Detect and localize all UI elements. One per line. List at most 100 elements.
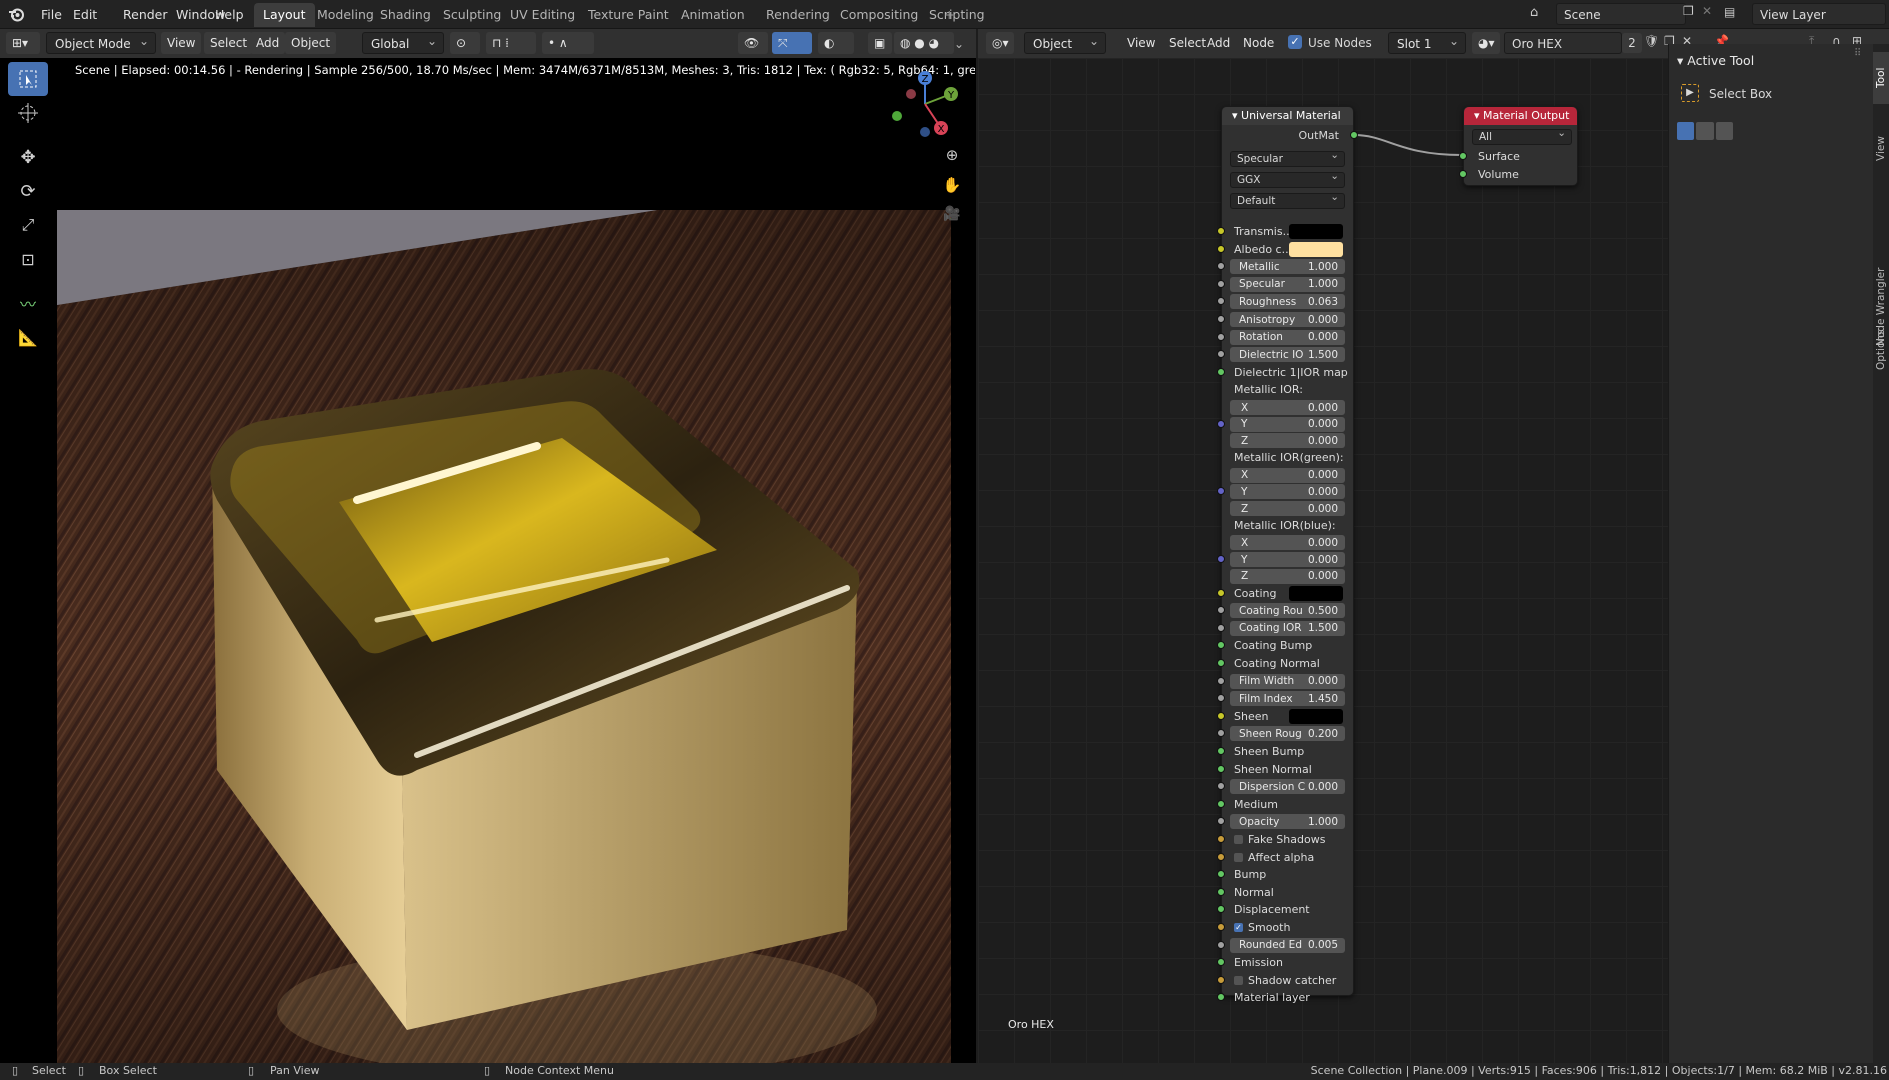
- socket-bump[interactable]: [1217, 870, 1225, 879]
- mode-new-icon[interactable]: [1677, 122, 1695, 140]
- node-editor-canvas[interactable]: ▾ Material Output All Surface Volume ▾ U…: [978, 58, 1668, 1063]
- material-name-field[interactable]: Oro HEX: [1504, 32, 1622, 54]
- field-dielectric-io[interactable]: Dielectric IO 1.500: [1230, 347, 1345, 363]
- tab-compositing[interactable]: Compositing: [831, 3, 927, 27]
- output-target-dropdown[interactable]: All: [1472, 126, 1572, 145]
- socket-shadow-catcher[interactable]: [1217, 975, 1225, 984]
- checkbox-fake-shadows[interactable]: [1234, 834, 1243, 844]
- sidebar-tab-view[interactable]: View: [1873, 124, 1889, 174]
- pivot-icon[interactable]: ⊙: [450, 32, 480, 54]
- select-box-tool-icon[interactable]: [8, 62, 48, 96]
- sidebar-tab-tool[interactable]: Tool: [1873, 52, 1889, 104]
- tab-sculpting[interactable]: Sculpting: [434, 3, 510, 27]
- field-y[interactable]: Y 0.000: [1230, 416, 1345, 432]
- field-sheen-roug[interactable]: Sheen Roug 0.200: [1230, 726, 1345, 742]
- camera-view-icon[interactable]: 🎥: [940, 206, 964, 230]
- socket-material-layer[interactable]: [1217, 993, 1225, 1002]
- field-x[interactable]: X 0.000: [1230, 400, 1345, 415]
- editor-type-node-icon[interactable]: ◎▾: [986, 32, 1014, 54]
- viewport-menu-select[interactable]: Select: [204, 32, 254, 54]
- field-opacity[interactable]: Opacity 1.000: [1230, 814, 1345, 830]
- move-tool-icon[interactable]: ✥: [8, 140, 48, 174]
- new-scene-icon[interactable]: ❐: [1683, 4, 1701, 24]
- checkbox-shadow-catcher[interactable]: [1234, 975, 1243, 985]
- editor-type-3d-icon[interactable]: ⊞▾: [6, 32, 40, 54]
- socket-coating-bump[interactable]: [1217, 641, 1225, 650]
- field-z[interactable]: Z 0.000: [1230, 433, 1345, 449]
- socket-opacity[interactable]: [1217, 817, 1225, 826]
- sidebar-tab-options[interactable]: Options: [1873, 324, 1889, 376]
- field-coating-rou[interactable]: Coating Rou 0.500: [1230, 603, 1345, 619]
- material-users-count[interactable]: 2: [1622, 33, 1642, 53]
- mode-extend-icon[interactable]: [1696, 122, 1714, 140]
- field-film-width[interactable]: Film Width 0.000: [1230, 673, 1345, 689]
- socket-sheen-roug[interactable]: [1217, 729, 1225, 738]
- tab-layout[interactable]: Layout: [254, 3, 315, 27]
- socket-fake-shadows[interactable]: [1217, 834, 1225, 843]
- measure-tool-icon[interactable]: 📐: [8, 320, 48, 354]
- scale-tool-icon[interactable]: ⤢: [8, 208, 48, 242]
- viewport-menu-view[interactable]: View: [161, 32, 202, 54]
- socket-coating-ior[interactable]: [1217, 623, 1225, 632]
- socket-albedo-c-[interactable]: [1217, 244, 1225, 253]
- socket-y[interactable]: [1217, 555, 1225, 564]
- outmat-socket[interactable]: [1350, 131, 1358, 139]
- tab-texture-paint[interactable]: Texture Paint: [579, 3, 678, 27]
- rotate-tool-icon[interactable]: ⟳: [8, 174, 48, 208]
- socket-rotation[interactable]: [1217, 332, 1225, 341]
- object-mode-dropdown[interactable]: Object Mode: [46, 30, 156, 54]
- socket-dispersion-c[interactable]: [1217, 782, 1225, 791]
- field-metallic[interactable]: Metallic 1.000: [1230, 259, 1345, 275]
- field-coating-ior[interactable]: Coating IOR 1.500: [1230, 620, 1345, 636]
- add-workspace-button[interactable]: +: [940, 3, 958, 27]
- distribution-dropdown[interactable]: GGX: [1230, 169, 1345, 188]
- socket-displacement[interactable]: [1217, 905, 1225, 914]
- menu-render[interactable]: Render: [116, 4, 175, 25]
- fake-user-icon[interactable]: 🛡: [1644, 34, 1659, 48]
- socket-rounded-ed[interactable]: [1217, 940, 1225, 949]
- socket-film-width[interactable]: [1217, 676, 1225, 685]
- socket-sheen-normal[interactable]: [1217, 764, 1225, 773]
- use-nodes-checkbox[interactable]: ✓: [1288, 35, 1302, 49]
- menu-file[interactable]: File: [34, 4, 69, 25]
- specular-mode-dropdown[interactable]: Specular: [1230, 148, 1345, 167]
- socket-smooth[interactable]: [1217, 922, 1225, 931]
- shading-dropdown-icon[interactable]: ⌄: [954, 37, 964, 51]
- socket-dielectric-io[interactable]: [1217, 350, 1225, 359]
- universal-material-node[interactable]: ▾ Universal Material OutMat Specular GGX…: [1217, 106, 1358, 1004]
- transform-tool-icon[interactable]: ⊡: [8, 242, 48, 276]
- field-film-index[interactable]: Film Index 1.450: [1230, 691, 1345, 707]
- color-swatch-sheen[interactable]: [1289, 708, 1343, 724]
- field-z[interactable]: Z 0.000: [1230, 568, 1345, 584]
- socket-y[interactable]: [1217, 419, 1225, 428]
- viewport-3d[interactable]: Scene | Elapsed: 00:14.56 | - Rendering …: [0, 58, 976, 1063]
- panel-drag-icon[interactable]: ⠿: [1854, 48, 1861, 59]
- color-swatch-transmis-[interactable]: [1289, 224, 1343, 239]
- shading-modes-icon[interactable]: ◍ ● ◕: [894, 32, 954, 54]
- slot-dropdown[interactable]: Slot 1: [1388, 30, 1466, 54]
- annotate-tool-icon[interactable]: 〰: [8, 286, 48, 320]
- field-y[interactable]: Y 0.000: [1230, 552, 1345, 568]
- socket-y[interactable]: [1217, 487, 1225, 496]
- snap-icon[interactable]: ⊓ ⁞: [486, 32, 536, 54]
- visibility-icon[interactable]: 👁: [738, 32, 768, 54]
- menu-edit[interactable]: Edit: [66, 4, 104, 25]
- node-menu-add[interactable]: Add: [1201, 32, 1236, 54]
- view-layer-icon[interactable]: ▤: [1724, 5, 1746, 25]
- tab-uv-editing[interactable]: UV Editing: [501, 3, 584, 27]
- material-browse-icon[interactable]: ◕▾: [1472, 32, 1500, 54]
- field-dispersion-c[interactable]: Dispersion C 0.000: [1230, 779, 1345, 795]
- zoom-icon[interactable]: ⊕: [940, 146, 964, 170]
- color-swatch-coating[interactable]: [1289, 585, 1343, 601]
- material-output-node[interactable]: ▾ Material Output All Surface Volume: [1459, 106, 1578, 186]
- color-swatch-albedo-c-[interactable]: [1289, 241, 1343, 257]
- orientation-dropdown[interactable]: Global: [362, 30, 444, 54]
- socket-medium[interactable]: [1217, 799, 1225, 808]
- tab-rendering[interactable]: Rendering: [757, 3, 839, 27]
- socket-coating[interactable]: [1217, 588, 1225, 597]
- navigation-gizmo[interactable]: Z Y X: [885, 66, 965, 146]
- field-x[interactable]: X 0.000: [1230, 467, 1345, 483]
- socket-film-index[interactable]: [1217, 694, 1225, 703]
- view-layer-field[interactable]: View Layer: [1752, 3, 1886, 25]
- active-tool-header[interactable]: ▾ Active Tool: [1677, 52, 1754, 70]
